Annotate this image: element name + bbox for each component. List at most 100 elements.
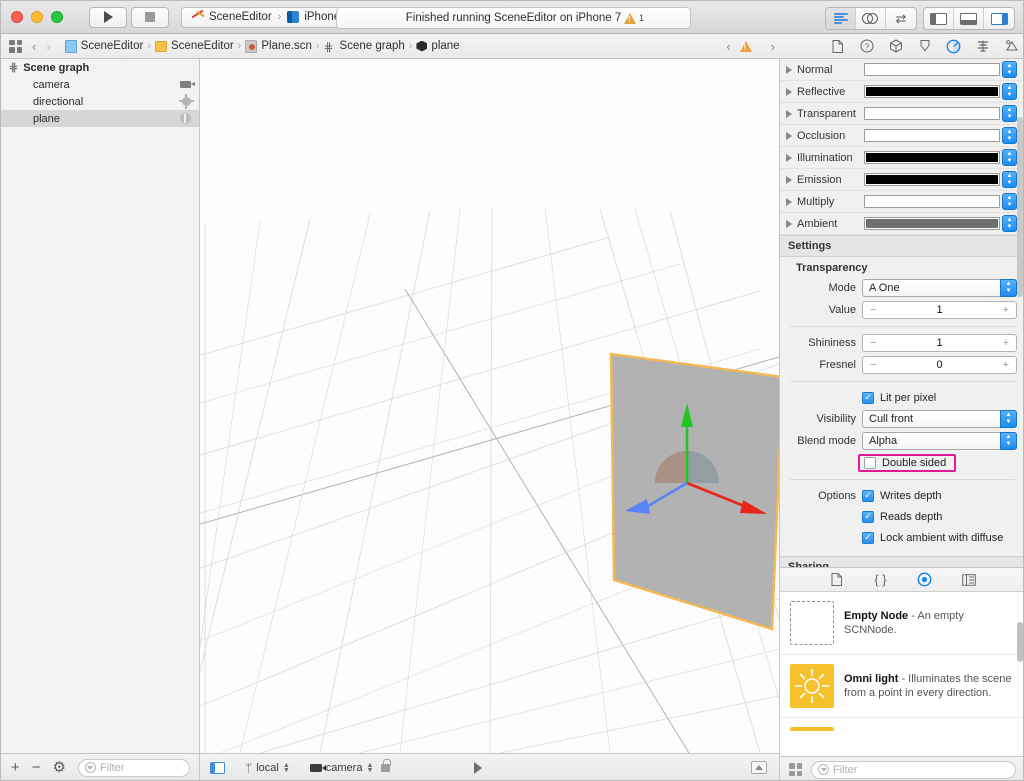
play-animation-button[interactable]: [474, 761, 483, 774]
quick-help-inspector-tab[interactable]: ?: [859, 39, 874, 54]
material-swatch-1[interactable]: [864, 85, 1000, 98]
material-inspector-panel[interactable]: Normal ▲ ▼ Reflective ▲ ▼ Transparent ▲ …: [779, 59, 1023, 567]
code-snippet-library-tab[interactable]: { }: [873, 572, 889, 588]
material-stepper-2[interactable]: ▲ ▼: [1002, 105, 1017, 122]
material-swatch-3[interactable]: [864, 129, 1000, 142]
inspector-scrollbar[interactable]: [1017, 117, 1023, 297]
writes-depth-checkbox[interactable]: [862, 489, 874, 502]
material-row-normal[interactable]: Normal ▲ ▼: [780, 59, 1023, 81]
list-item[interactable]: Directional light - Illuminates the scen…: [780, 718, 1023, 731]
disclosure-triangle-icon[interactable]: [786, 175, 792, 184]
export-button[interactable]: [751, 761, 767, 774]
disclosure-triangle-icon[interactable]: [786, 219, 792, 228]
visibility-select[interactable]: Cull front ▲ ▼: [862, 410, 1017, 428]
increment-icon[interactable]: +: [1003, 304, 1009, 316]
lit-per-pixel-checkbox-row[interactable]: Lit per pixel: [862, 390, 936, 406]
scheme-selector[interactable]: SceneEditor › iPhone 7: [181, 6, 360, 28]
minimize-button[interactable]: [31, 11, 43, 23]
material-stepper-3[interactable]: ▲ ▼: [1002, 127, 1017, 144]
sidebar-item-directional[interactable]: directional: [1, 93, 199, 110]
node-inspector-tab[interactable]: [888, 39, 903, 54]
lit-per-pixel-checkbox[interactable]: [862, 391, 874, 404]
toggle-utilities-button[interactable]: [984, 8, 1014, 29]
material-swatch-0[interactable]: [864, 63, 1000, 76]
increment-icon[interactable]: +: [1003, 359, 1009, 371]
breadcrumb-item-node[interactable]: plane: [416, 40, 460, 52]
attributes-inspector-tab[interactable]: [917, 39, 932, 54]
scene-3d-canvas[interactable]: [200, 59, 779, 753]
camera-selector[interactable]: camera ▲ ▼: [309, 758, 391, 774]
material-row-transparent[interactable]: Transparent ▲ ▼: [780, 103, 1023, 125]
navigator-root-scene-graph[interactable]: ⋕ Scene graph: [1, 59, 199, 76]
close-button[interactable]: [11, 11, 23, 23]
material-stepper-0[interactable]: ▲ ▼: [1002, 61, 1017, 78]
add-node-button[interactable]: +: [11, 760, 20, 775]
grid-view-icon[interactable]: [789, 763, 802, 776]
material-row-reflective[interactable]: Reflective ▲ ▼: [780, 81, 1023, 103]
shininess-stepper[interactable]: − 1 +: [862, 334, 1017, 352]
navigator-filter-field[interactable]: Filter: [77, 758, 190, 777]
previous-issue-button[interactable]: ‹: [726, 39, 730, 54]
writes-depth-row[interactable]: Writes depth: [862, 488, 942, 504]
disclosure-triangle-icon[interactable]: [786, 109, 792, 118]
stop-button[interactable]: [131, 6, 169, 28]
remove-node-button[interactable]: −: [32, 760, 41, 775]
disclosure-triangle-icon[interactable]: [786, 131, 792, 140]
navigate-forward-button[interactable]: ›: [46, 39, 50, 54]
breadcrumb-item-graph[interactable]: ⋕ Scene graph: [324, 40, 405, 54]
blend-mode-select[interactable]: Alpha ▲ ▼: [862, 432, 1017, 450]
material-swatch-5[interactable]: [864, 173, 1000, 186]
material-row-emission[interactable]: Emission ▲ ▼: [780, 169, 1023, 191]
lock-icon[interactable]: [381, 758, 391, 772]
zoom-button[interactable]: [51, 11, 63, 23]
related-items-icon[interactable]: [9, 39, 22, 53]
material-stepper-1[interactable]: ▲ ▼: [1002, 83, 1017, 100]
disclosure-triangle-icon[interactable]: [786, 87, 792, 96]
transform-space-control[interactable]: ᛘ local ▲ ▼: [245, 761, 290, 775]
version-editor-button[interactable]: ⇄: [886, 8, 916, 29]
list-item[interactable]: Empty Node - An empty SCNNode.: [780, 592, 1023, 655]
scene-inspector-tab[interactable]: [1004, 39, 1019, 54]
double-sided-highlight[interactable]: Double sided: [858, 454, 957, 472]
next-issue-button[interactable]: ›: [771, 39, 775, 54]
material-stepper-4[interactable]: ▲ ▼: [1002, 149, 1017, 166]
file-template-library-tab[interactable]: [829, 572, 845, 588]
material-stepper-5[interactable]: ▲ ▼: [1002, 171, 1017, 188]
fresnel-stepper[interactable]: − 0 +: [862, 356, 1017, 374]
sidebar-item-plane[interactable]: plane: [1, 110, 199, 127]
breadcrumb-item-folder[interactable]: SceneEditor: [155, 40, 234, 52]
reads-depth-row[interactable]: Reads depth: [862, 509, 942, 525]
sidebar-item-camera[interactable]: camera: [1, 76, 199, 93]
lock-ambient-checkbox[interactable]: [862, 531, 874, 544]
breadcrumb-item-project[interactable]: SceneEditor: [64, 39, 143, 53]
list-item[interactable]: Omni light - Illuminates the scene from …: [780, 655, 1023, 718]
material-row-ambient[interactable]: Ambient ▲ ▼: [780, 213, 1023, 235]
material-swatch-6[interactable]: [864, 195, 1000, 208]
library-item-list[interactable]: Empty Node - An empty SCNNode. Omni ligh…: [780, 592, 1023, 731]
navigate-back-button[interactable]: ‹: [32, 39, 36, 54]
disclosure-triangle-icon[interactable]: [786, 197, 792, 206]
scene-editor-viewport[interactable]: [200, 59, 779, 753]
scene-panel-toggle-button[interactable]: [210, 761, 225, 774]
transparency-value-stepper[interactable]: − 1 +: [862, 301, 1017, 319]
material-swatch-2[interactable]: [864, 107, 1000, 120]
material-stepper-7[interactable]: ▲ ▼: [1002, 215, 1017, 232]
material-row-occlusion[interactable]: Occlusion ▲ ▼: [780, 125, 1023, 147]
disclosure-triangle-icon[interactable]: [786, 153, 792, 162]
gear-icon[interactable]: ⚙: [53, 760, 66, 775]
toggle-debug-button[interactable]: [954, 8, 984, 29]
material-swatch-7[interactable]: [864, 217, 1000, 230]
toggle-navigator-button[interactable]: [924, 8, 954, 29]
material-row-multiply[interactable]: Multiply ▲ ▼: [780, 191, 1023, 213]
library-filter-field[interactable]: Filter: [811, 760, 1016, 779]
object-library-tab[interactable]: [917, 572, 933, 588]
library-scrollbar[interactable]: [1017, 622, 1023, 662]
file-inspector-tab[interactable]: [830, 39, 845, 54]
double-sided-checkbox[interactable]: [864, 457, 876, 469]
assistant-editor-button[interactable]: [856, 8, 886, 29]
issue-warning-icon[interactable]: [739, 40, 752, 52]
material-swatch-4[interactable]: [864, 151, 1000, 164]
reads-depth-checkbox[interactable]: [862, 510, 874, 523]
breadcrumb-item-scene[interactable]: Plane.scn: [245, 39, 312, 53]
material-inspector-tab[interactable]: [946, 39, 961, 54]
